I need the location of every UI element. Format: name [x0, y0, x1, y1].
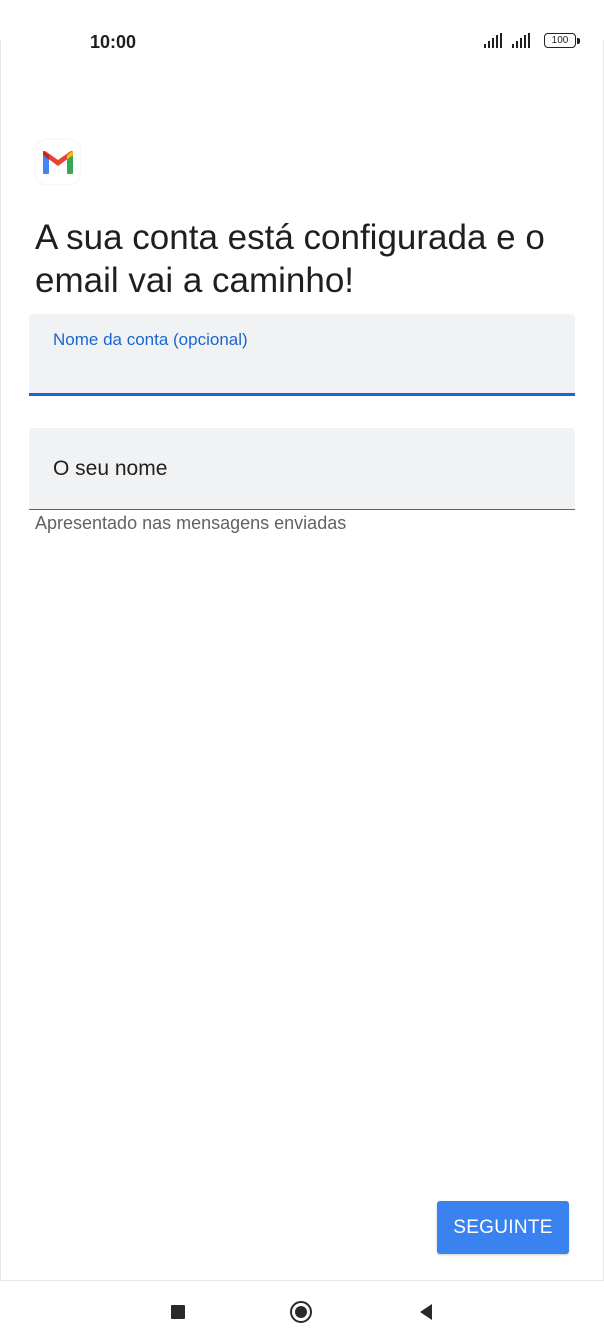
gmail-icon	[43, 150, 73, 174]
status-icons: 100	[484, 33, 580, 48]
page-title: A sua conta está configurada e o email v…	[35, 218, 545, 300]
account-name-label: Nome da conta (opcional)	[53, 330, 248, 349]
battery-level: 100	[551, 34, 569, 46]
signal-icon	[512, 33, 530, 48]
gmail-logo	[36, 140, 80, 184]
your-name-helper-text: Apresentado nas mensagens enviadas	[35, 513, 347, 533]
status-bar: 10:00 100	[0, 0, 604, 86]
your-name-input[interactable]	[53, 454, 543, 484]
recents-icon	[171, 1305, 185, 1319]
next-button[interactable]: SEGUINTE	[437, 1201, 569, 1254]
back-icon	[420, 1304, 432, 1320]
recents-button[interactable]	[158, 1295, 198, 1329]
screen: 10:00 100 A sua conta está configurada e…	[0, 0, 604, 1344]
navigation-bar	[0, 1281, 604, 1344]
your-name-field[interactable]	[29, 428, 575, 510]
account-name-input[interactable]	[53, 358, 543, 386]
account-name-field[interactable]: Nome da conta (opcional)	[29, 314, 575, 396]
home-icon	[290, 1301, 312, 1323]
status-time: 10:00	[90, 32, 137, 52]
home-button[interactable]	[281, 1295, 321, 1329]
battery-icon: 100	[544, 33, 580, 48]
screen-frame-left	[0, 40, 3, 1280]
back-button[interactable]	[406, 1295, 446, 1329]
signal-icon	[484, 33, 502, 48]
